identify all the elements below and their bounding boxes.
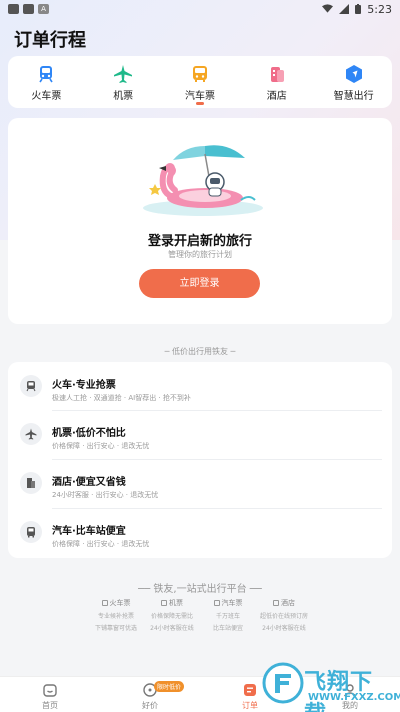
- navigation-icon: [345, 65, 362, 83]
- bus-icon: [192, 66, 207, 82]
- feature-head: 机票: [169, 599, 183, 607]
- divider: [52, 508, 382, 509]
- promo-subtitle: 24小时客服 · 出行安心 · 退改无忧: [52, 491, 159, 499]
- promo-title: 火车·专业抢票: [52, 380, 116, 391]
- category-bar: 火车票 机票 汽车票 酒店 智慧出行: [8, 56, 392, 108]
- promo-item-bus[interactable]: 汽车·比车站便宜 价格保障 · 出行安心 · 退改无忧: [8, 511, 392, 557]
- promo-title: 酒店·便宜又省钱: [52, 477, 126, 488]
- feature-head: 火车票: [109, 599, 131, 607]
- divider: [52, 459, 382, 460]
- tab-label: 首页: [42, 701, 58, 710]
- home-icon: [43, 684, 57, 697]
- category-bus[interactable]: 汽车票: [165, 64, 235, 105]
- divider: [52, 410, 382, 411]
- tab-home[interactable]: 首页: [20, 677, 80, 712]
- watermark-logo: [262, 662, 304, 704]
- notification-icon: [8, 4, 19, 14]
- login-subtitle: 管理你的旅行计划: [168, 250, 232, 259]
- promo-subtitle: 价格保障 · 出行安心 · 退改无忧: [52, 540, 150, 548]
- wifi-icon: [322, 4, 334, 13]
- status-bar: A 5:23: [0, 0, 400, 18]
- section-title: ─ 低价出行用铁友 ─: [0, 346, 400, 357]
- order-icon: [244, 684, 256, 696]
- notification-icon: [23, 4, 34, 14]
- bus-icon: [213, 600, 220, 606]
- watermark-url: WWW.FXXZ.COM: [308, 692, 400, 703]
- status-time: 5:23: [367, 2, 392, 16]
- promo-item-hotel[interactable]: 酒店·便宜又省钱 24小时客服 · 出行安心 · 退改无忧: [8, 462, 392, 508]
- hotel-icon: [273, 600, 279, 606]
- feature-head: 汽车票: [221, 599, 243, 607]
- platform-feature-hotel: 酒店 超低价在线预订房 24小时客服在线: [256, 598, 312, 632]
- platform-feature-bus: 汽车票 千万班车 比车站便宜: [200, 598, 256, 632]
- feature-head: 酒店: [281, 599, 295, 607]
- login-button[interactable]: 立即登录: [139, 269, 260, 298]
- platform-feature-train: 火车票 专业候补抢票 下铺靠窗可优选: [88, 598, 144, 632]
- train-icon: [20, 375, 42, 397]
- watermark-text: 飞翔下载: [304, 670, 374, 712]
- category-flight[interactable]: 机票: [88, 64, 158, 102]
- promo-item-flight[interactable]: 机票·低价不怕比 价格保障 · 出行安心 · 退改无忧: [8, 413, 392, 459]
- hotel-icon: [270, 67, 284, 82]
- promo-item-train[interactable]: 火车·专业抢票 极速人工抢 · 双通道抢 · AI智荐出 · 抢不到补: [8, 365, 392, 411]
- category-hotel[interactable]: 酒店: [242, 64, 312, 102]
- category-label: 汽车票: [184, 91, 215, 102]
- section-title-text: 低价出行用铁友: [172, 347, 228, 356]
- platform-title: ── 铁友,一站式出行平台 ──: [0, 580, 400, 595]
- divider-left: ─: [164, 347, 172, 356]
- plane-icon: [114, 65, 133, 83]
- platform-title-text: 铁友,一站式出行平台: [153, 584, 247, 595]
- promo-title: 机票·低价不怕比: [52, 428, 126, 439]
- category-label: 酒店: [266, 91, 287, 102]
- promo-card: 火车·专业抢票 极速人工抢 · 双通道抢 · AI智荐出 · 抢不到补 机票·低…: [8, 362, 392, 558]
- promo-badge: 限时低价: [154, 681, 185, 692]
- feature-line: 比车站便宜: [212, 625, 243, 632]
- category-label: 火车票: [31, 91, 62, 102]
- feature-line: 24小时客服在线: [262, 625, 306, 632]
- feature-line: 超低价在线预订房: [259, 613, 308, 620]
- feature-line: 下铺靠窗可优选: [94, 625, 137, 632]
- plane-icon: [20, 423, 42, 445]
- plane-icon: [161, 600, 167, 606]
- category-smart-travel[interactable]: 智慧出行: [319, 64, 389, 102]
- category-label: 智慧出行: [333, 91, 374, 102]
- promo-subtitle: 价格保障 · 出行安心 · 退改无忧: [52, 442, 150, 450]
- tab-label: 好价: [142, 701, 158, 710]
- app-notification-icon: A: [38, 4, 49, 14]
- category-label: 机票: [113, 91, 134, 102]
- watermark: 飞翔下载 WWW.FXXZ.COM: [262, 662, 400, 712]
- active-indicator: [195, 102, 204, 105]
- tab-label: 订单: [242, 701, 258, 710]
- divider-left: ──: [138, 584, 154, 595]
- promo-subtitle: 极速人工抢 · 双通道抢 · AI智荐出 · 抢不到补: [52, 394, 191, 402]
- divider-right: ─: [228, 347, 236, 356]
- bus-icon: [20, 521, 42, 543]
- battery-icon: [355, 4, 362, 14]
- hotel-icon: [20, 472, 42, 494]
- divider-right: ──: [246, 584, 262, 595]
- feature-line: 价格保障无需比: [150, 613, 193, 620]
- train-icon: [39, 66, 54, 83]
- feature-line: 专业候补抢票: [97, 613, 134, 620]
- category-train[interactable]: 火车票: [11, 64, 81, 102]
- promo-title: 汽车·比车站便宜: [52, 526, 126, 537]
- platform-feature-flight: 机票 价格保障无需比 24小时客服在线: [144, 598, 200, 632]
- signal-icon: [339, 4, 350, 14]
- login-title: 登录开启新的旅行: [147, 234, 252, 249]
- login-card: 登录开启新的旅行 管理你的旅行计划 立即登录: [8, 118, 392, 324]
- flamingo-float-illustration: [143, 145, 263, 216]
- feature-line: 千万班车: [215, 613, 240, 620]
- train-icon: [101, 600, 108, 606]
- tab-deals[interactable]: 好价 限时低价: [120, 677, 185, 712]
- platform-features: 火车票 专业候补抢票 下铺靠窗可优选 机票 价格保障无需比 24小时客服在线 汽…: [88, 598, 312, 632]
- feature-line: 24小时客服在线: [150, 625, 194, 632]
- page-title: 订单行程: [14, 30, 86, 51]
